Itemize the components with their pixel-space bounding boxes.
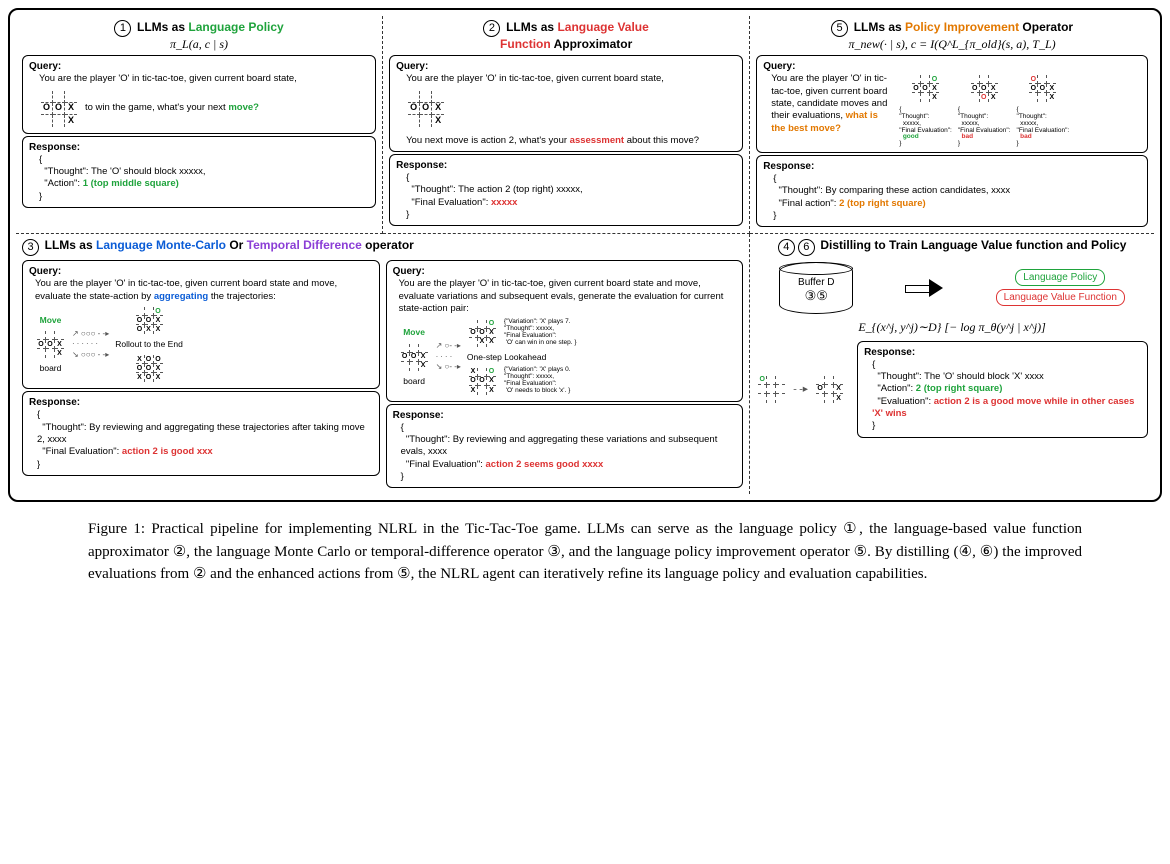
arrow-icon: [905, 279, 943, 297]
panel-3: 3 LLMs as Language Monte-Carlo Or Tempor…: [16, 234, 750, 494]
panel-1-response: Response: { "Thought": The 'O' should bl…: [22, 136, 376, 208]
ttt-board-sm: OOOXX: [1029, 75, 1056, 102]
circled-2: 2: [483, 20, 500, 37]
circled-4: 4: [778, 239, 795, 256]
panel-5-response: Response: { "Thought": By comparing thes…: [756, 155, 1148, 227]
panel-1-query: Query: You are the player 'O' in tic-tac…: [22, 55, 376, 133]
panel-3-mc-query: Query: You are the player 'O' in tic-tac…: [22, 260, 380, 389]
policy-tag: Language Policy: [1015, 269, 1105, 286]
figure-1: 1 LLMs as Language Policy π_L(a, c | s) …: [8, 8, 1162, 502]
panel-5-header: 5 LLMs as Policy Improvement Operator π_…: [756, 20, 1148, 52]
panel-3-td-response: Response: { "Thought": By reviewing and …: [386, 404, 744, 489]
panel-3-td-query: Query: You are the player 'O' in tic-tac…: [386, 260, 744, 401]
ttt-board-sm: OOXOX: [971, 75, 998, 102]
ttt-board-sm: OOOXX: [912, 75, 939, 102]
panel-1: 1 LLMs as Language Policy π_L(a, c | s) …: [16, 16, 383, 234]
panel-3-mc-response: Response: { "Thought": By reviewing and …: [22, 391, 380, 476]
panel-2-query: Query: You are the player 'O' in tic-tac…: [389, 55, 743, 152]
panel-5-formula: π_new(· | s), c = I(Q^L_{π_old}(s, a), T…: [849, 37, 1056, 51]
circled-6: 6: [798, 239, 815, 256]
panel-2-response: Response: { "Thought": The action 2 (top…: [389, 154, 743, 226]
panel-4-6: 46 Distilling to Train Language Value fu…: [750, 234, 1154, 494]
panel-46-response: Response: { "Thought": The 'O' should bl…: [857, 341, 1148, 438]
ttt-board: OOX X: [41, 91, 77, 127]
panel-5: 5 LLMs as Policy Improvement Operator π_…: [750, 16, 1154, 234]
circled-5: 5: [831, 20, 848, 37]
panel-5-query: Query: You are the player 'O' in tic-tac…: [756, 55, 1148, 153]
buffer-d-icon: Buffer D ③⑤: [779, 262, 853, 314]
panel-1-formula: π_L(a, c | s): [170, 37, 228, 51]
circled-3: 3: [22, 239, 39, 256]
value-tag: Language Value Function: [996, 289, 1125, 306]
panel-2: 2 LLMs as Language Value Function Approx…: [383, 16, 750, 234]
panel-1-header: 1 LLMs as Language Policy π_L(a, c | s): [22, 20, 376, 52]
panel-2-header: 2 LLMs as Language Value Function Approx…: [389, 20, 743, 52]
ttt-board: OOX X: [408, 91, 444, 127]
figure-caption: Figure 1: Practical pipeline for impleme…: [8, 516, 1162, 590]
loss-formula: E_{(x^j, y^j)∼D} [− log π_θ(y^j | x^j)]: [756, 320, 1148, 335]
panel-46-header: 46 Distilling to Train Language Value fu…: [756, 238, 1148, 255]
circled-1: 1: [114, 20, 131, 37]
